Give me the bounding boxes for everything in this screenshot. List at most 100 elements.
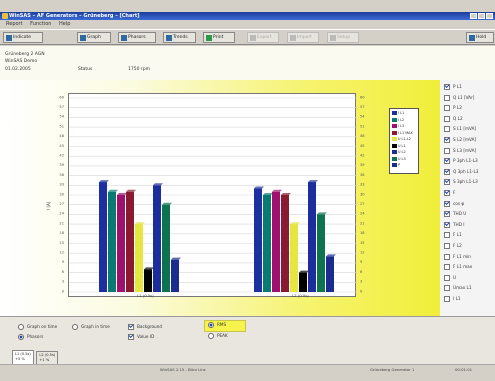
measurement-checkbox[interactable] xyxy=(444,243,450,249)
measurement-label: THD U xyxy=(453,211,467,217)
measurement-checkbox[interactable] xyxy=(444,264,450,271)
y2-tick-label: 33 xyxy=(360,183,365,187)
measurement-checkbox[interactable] xyxy=(444,211,450,218)
legend-label: U L1 xyxy=(398,143,406,148)
legend-item: I L3 xyxy=(392,124,420,129)
measurement-checkbox[interactable] xyxy=(444,105,450,112)
legend-swatch xyxy=(392,111,397,115)
y2-tick-label: 57 xyxy=(360,105,365,109)
measurement-checkbox[interactable] xyxy=(444,126,450,133)
y2-tick-label: 3 xyxy=(360,280,362,284)
y-tick-label: 0 xyxy=(62,289,65,293)
y-tick-label: 21 xyxy=(59,221,64,225)
measurement-label: I L1 xyxy=(453,296,461,301)
measurement-checkbox[interactable] xyxy=(444,253,450,260)
legend-label: I L2 xyxy=(398,117,405,122)
y2-tick-label: 51 xyxy=(360,124,365,128)
legend-label: U L1-L2 xyxy=(398,137,411,141)
measurement-option[interactable]: Q 3ph L1-L3 xyxy=(444,168,478,175)
checkbox-value-id[interactable] xyxy=(128,334,134,340)
radio-graph-on-time[interactable] xyxy=(18,324,24,330)
measurement-option[interactable]: P L2 xyxy=(444,105,462,112)
measurement-label: S L2 [mVA] xyxy=(453,137,477,142)
status-right2: 00:01:01 xyxy=(455,367,473,372)
measurement-option[interactable]: U xyxy=(444,274,456,281)
y2-tick-label: 60 xyxy=(360,95,365,99)
measurement-option[interactable]: THD I xyxy=(444,221,465,228)
legend-item: P xyxy=(392,163,420,168)
measurement-label: F L1 max xyxy=(453,264,473,270)
measurement-option[interactable]: Q L2 xyxy=(444,115,463,122)
measurement-option[interactable]: S L1 [mVA] xyxy=(444,126,476,133)
option-peak[interactable]: PEAK xyxy=(208,333,228,339)
measurement-option[interactable]: Q L1 [VAr] xyxy=(444,94,474,101)
option-value-id[interactable]: Value ID xyxy=(128,334,154,340)
y-tick-label: 27 xyxy=(59,202,64,206)
y-tick-label: 15 xyxy=(59,241,64,245)
measurement-option[interactable]: cos φ xyxy=(444,200,464,207)
measurement-checkbox[interactable] xyxy=(444,137,450,143)
y2-tick-label: 48 xyxy=(360,134,365,138)
radio-peak[interactable] xyxy=(208,333,214,339)
legend-swatch xyxy=(392,117,397,122)
measurement-checkbox[interactable] xyxy=(444,296,450,302)
measurement-checkbox[interactable] xyxy=(444,168,450,175)
option-rms[interactable]: RMS xyxy=(208,322,226,328)
measurement-checkbox[interactable] xyxy=(444,158,450,165)
radio-rms[interactable] xyxy=(208,322,214,328)
measurement-option[interactable]: THD U xyxy=(444,211,467,218)
measurement-option[interactable]: Umax L1 xyxy=(444,285,472,292)
option-phasors[interactable]: Phasors xyxy=(18,334,43,340)
y-tick-label: 60 xyxy=(59,95,64,99)
status-center: WinSAS 2.15 - Büro Linz xyxy=(160,367,206,372)
option-background[interactable]: Background xyxy=(128,324,162,330)
y-tick-label: 36 xyxy=(59,173,64,177)
measurement-option[interactable]: F L1 xyxy=(444,232,462,239)
measurement-label: P L1 xyxy=(453,84,462,89)
y-tick-label: 45 xyxy=(59,144,64,148)
measurement-checkbox[interactable] xyxy=(444,221,450,228)
measurement-option[interactable]: F xyxy=(444,190,455,196)
measurement-option[interactable]: P 3ph L1-L3 xyxy=(444,158,478,165)
measurement-checkbox[interactable] xyxy=(444,147,450,154)
legend-item: U L2 xyxy=(392,150,420,155)
measurement-label: F L1 min xyxy=(453,253,471,259)
radio-graph-in-time[interactable] xyxy=(72,324,78,330)
measurement-checkbox[interactable] xyxy=(444,84,450,90)
measurement-option[interactable]: F L1 max xyxy=(444,264,473,271)
measurement-option[interactable]: S L3 [mVA] xyxy=(444,147,476,154)
measurement-option[interactable]: F L2 xyxy=(444,243,462,249)
legend-item: U L3 xyxy=(392,156,420,162)
measurement-checkbox[interactable] xyxy=(444,200,450,207)
measurement-checkbox[interactable] xyxy=(444,115,450,122)
y-tick-label: 6 xyxy=(62,270,65,274)
measurement-checkbox[interactable] xyxy=(444,274,450,281)
measurement-option[interactable]: F L1 min xyxy=(444,253,471,260)
measurement-label: F L1 xyxy=(453,232,462,238)
y-tick-label: 54 xyxy=(59,115,64,119)
option-graph-on-time[interactable]: Graph on time xyxy=(18,324,57,330)
measurement-checkbox[interactable] xyxy=(444,285,450,292)
y-tick-label: 39 xyxy=(59,163,64,167)
measurement-option[interactable]: P L1 xyxy=(444,84,462,90)
measurement-label: P L2 xyxy=(453,105,462,111)
measurement-option[interactable]: S L2 [mVA] xyxy=(444,137,476,143)
option-graph-in-time[interactable]: Graph in time xyxy=(72,324,110,330)
y2-tick-label: 54 xyxy=(360,115,365,119)
measurement-checkbox[interactable] xyxy=(444,179,450,186)
measurement-checkbox[interactable] xyxy=(444,190,450,196)
y2-tick-label: 6 xyxy=(360,270,363,274)
measurement-checkbox[interactable] xyxy=(444,94,450,101)
legend-swatch xyxy=(392,156,397,161)
radio-phasors[interactable] xyxy=(18,334,24,340)
measurement-checkbox[interactable] xyxy=(444,232,450,239)
checkbox-background[interactable] xyxy=(128,324,134,330)
y2-tick-label: 27 xyxy=(360,202,365,206)
measurement-option[interactable]: I L1 xyxy=(444,296,461,302)
y2-tick-label: 24 xyxy=(360,212,365,216)
measurement-option[interactable]: S 3ph L1-L3 xyxy=(444,179,478,186)
y-tick-label: 24 xyxy=(59,212,64,216)
measurement-label: F xyxy=(453,190,456,195)
measurement-label: F L2 xyxy=(453,243,462,248)
legend-label: P xyxy=(398,163,401,167)
